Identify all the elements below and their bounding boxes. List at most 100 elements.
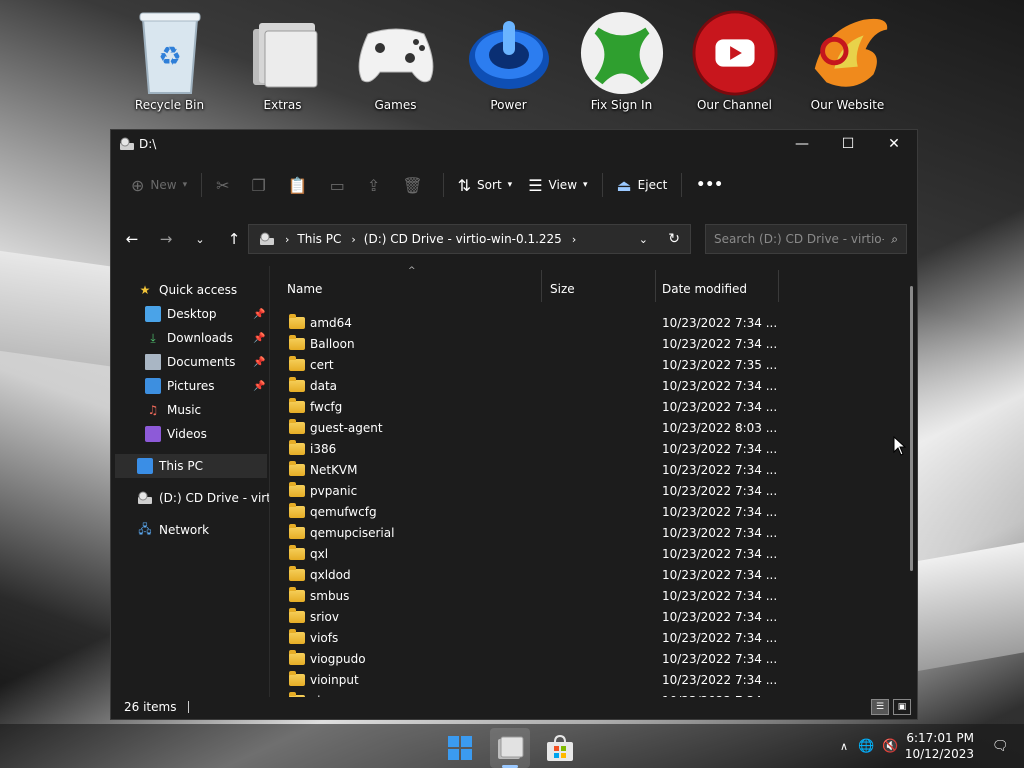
maximize-button[interactable]: ☐ (825, 130, 871, 158)
chevron-down-icon: ▾ (507, 180, 513, 190)
column-divider[interactable] (655, 270, 656, 302)
sort-button[interactable]: ⇅ Sort ▾ (450, 169, 521, 201)
notifications-button[interactable]: 🗨 (992, 724, 1009, 768)
file-row[interactable]: guest-agent 10/23/2022 8:03 ... (279, 417, 879, 438)
file-row[interactable]: vioinput 10/23/2022 7:34 ... (279, 669, 879, 690)
file-row[interactable]: data 10/23/2022 7:34 ... (279, 375, 879, 396)
item-count: 26 items (124, 700, 177, 714)
new-button[interactable]: ⊕ New ▾ (123, 169, 195, 201)
address-bar[interactable]: › This PC › (D:) CD Drive - virtio-win-0… (248, 224, 691, 254)
cut-button[interactable]: ✂ (208, 169, 243, 201)
sort-ascending-icon: ^ (408, 266, 416, 276)
speaker-muted-icon[interactable]: 🔇 (882, 739, 898, 754)
nav-item-music[interactable]: ♫ Music (145, 398, 202, 422)
back-button[interactable]: ← (115, 224, 149, 254)
search-box[interactable]: Search (D:) CD Drive - virtio-win-0.1.22… (705, 224, 907, 254)
xbox-icon (579, 6, 665, 100)
rename-button[interactable]: ▭ (322, 169, 359, 201)
desktop-icon-extras[interactable]: Extras (226, 6, 339, 112)
paste-button[interactable]: 📋 (280, 169, 322, 201)
taskbar-microsoft-store[interactable] (540, 728, 580, 768)
folder-icon (289, 544, 305, 560)
file-row[interactable]: NetKVM 10/23/2022 7:34 ... (279, 459, 879, 480)
nav-item-this-pc[interactable]: This PC (115, 454, 267, 478)
column-header-date-modified[interactable]: Date modified (662, 276, 747, 302)
close-button[interactable]: ✕ (871, 130, 917, 158)
title-bar[interactable]: D:\ — ☐ ✕ (111, 130, 917, 158)
eject-icon: ⏏ (616, 175, 632, 195)
search-icon: ⌕ (891, 231, 898, 246)
share-button[interactable]: ⇪ (359, 169, 394, 201)
desktop-icon-games[interactable]: Games (339, 6, 452, 112)
column-divider[interactable] (541, 270, 542, 302)
system-tray: ∧ 🌐 🔇 (840, 724, 898, 768)
column-divider[interactable] (778, 270, 779, 302)
tiles-view-button[interactable]: ▣ (893, 699, 911, 715)
file-name: NetKVM (310, 462, 358, 477)
desktop-icon-fix-sign-in[interactable]: Fix Sign In (565, 6, 678, 112)
file-row[interactable]: i386 10/23/2022 7:34 ... (279, 438, 879, 459)
nav-item-videos[interactable]: Videos (145, 422, 207, 446)
nav-item-network[interactable]: 🖧 Network (137, 518, 209, 542)
file-row[interactable]: qxl 10/23/2022 7:34 ... (279, 543, 879, 564)
refresh-icon[interactable]: ↻ (668, 231, 680, 247)
file-date-modified: 10/23/2022 7:34 ... (662, 630, 778, 645)
nav-item-pictures[interactable]: Pictures 📌 (145, 374, 269, 398)
search-input[interactable]: Search (D:) CD Drive - virtio-win-0.1.22… (714, 232, 884, 246)
clock[interactable]: 6:17:01 PM 10/12/2023 (905, 730, 974, 762)
up-button[interactable]: ↑ (217, 224, 251, 254)
nav-quick-access[interactable]: ★ Quick access (137, 278, 238, 302)
view-button[interactable]: ☰ View ▾ (520, 169, 595, 201)
file-date-modified: 10/23/2022 7:34 ... (662, 399, 778, 414)
file-row[interactable]: pvpanic 10/23/2022 7:34 ... (279, 480, 879, 501)
arrow-up-icon: ↑ (227, 230, 241, 248)
folder-icon (289, 418, 305, 434)
nav-item-downloads[interactable]: ⤓ Downloads 📌 (145, 326, 269, 350)
more-options-button[interactable]: ••• (688, 169, 731, 201)
nav-item-desktop[interactable]: Desktop 📌 (145, 302, 269, 326)
forward-button[interactable]: → (149, 224, 183, 254)
toolbar-divider (201, 173, 203, 197)
breadcrumb-cd-drive[interactable]: (D:) CD Drive - virtio-win-0.1.225 (364, 232, 562, 246)
file-row[interactable]: qemufwcfg 10/23/2022 7:34 ... (279, 501, 879, 522)
column-header-size[interactable]: Size (550, 276, 575, 302)
start-button[interactable] (440, 728, 480, 768)
file-row[interactable]: cert 10/23/2022 7:35 ... (279, 354, 879, 375)
address-dropdown-icon[interactable]: ⌄ (639, 233, 648, 246)
taskbar-file-explorer[interactable] (490, 728, 530, 768)
recent-locations-button[interactable]: ⌄ (183, 224, 217, 254)
breadcrumb-this-pc[interactable]: This PC (297, 232, 341, 246)
minimize-button[interactable]: — (779, 130, 825, 158)
file-row[interactable]: Balloon 10/23/2022 7:34 ... (279, 333, 879, 354)
desktop-icon (145, 306, 161, 322)
file-row[interactable]: viofs 10/23/2022 7:34 ... (279, 627, 879, 648)
details-view-button[interactable]: ☰ (871, 699, 889, 715)
vertical-scrollbar[interactable] (910, 286, 913, 571)
copy-button[interactable]: ❐ (244, 169, 280, 201)
phoenix-logo-icon (805, 6, 891, 100)
file-row[interactable]: qxldod 10/23/2022 7:34 ... (279, 564, 879, 585)
desktop-icon-power[interactable]: Power (452, 6, 565, 112)
desktop-icon-recycle-bin[interactable]: ♻ Recycle Bin (113, 6, 226, 112)
file-row[interactable]: amd64 10/23/2022 7:34 ... (279, 312, 879, 333)
show-hidden-icons-button[interactable]: ∧ (840, 740, 848, 753)
nav-item-documents[interactable]: Documents 📌 (145, 350, 269, 374)
file-name: qemufwcfg (310, 504, 377, 519)
globe-icon[interactable]: 🌐 (858, 739, 874, 754)
file-row[interactable]: qemupciserial 10/23/2022 7:34 ... (279, 522, 879, 543)
eject-button[interactable]: ⏏ Eject (609, 169, 676, 201)
file-row[interactable]: sriov 10/23/2022 7:34 ... (279, 606, 879, 627)
column-header-name[interactable]: Name (287, 276, 322, 302)
desktop-icon-our-website[interactable]: Our Website (791, 6, 904, 112)
address-row: ← → ⌄ ↑ › This PC › (D:) CD Drive - virt… (111, 212, 917, 266)
delete-button[interactable]: 🗑 (394, 169, 436, 201)
file-row[interactable]: smbus 10/23/2022 7:34 ... (279, 585, 879, 606)
file-row[interactable]: viogpudo 10/23/2022 7:34 ... (279, 648, 879, 669)
file-row[interactable]: fwcfg 10/23/2022 7:34 ... (279, 396, 879, 417)
folder-icon (289, 586, 305, 602)
nav-item-cd-drive[interactable]: (D:) CD Drive - virtio-win-0.1.225 (137, 486, 269, 510)
mouse-cursor-icon (893, 436, 907, 456)
desktop-icon-our-channel[interactable]: Our Channel (678, 6, 791, 112)
pin-icon: 📌 (253, 356, 266, 368)
toolbar-divider (681, 173, 683, 197)
